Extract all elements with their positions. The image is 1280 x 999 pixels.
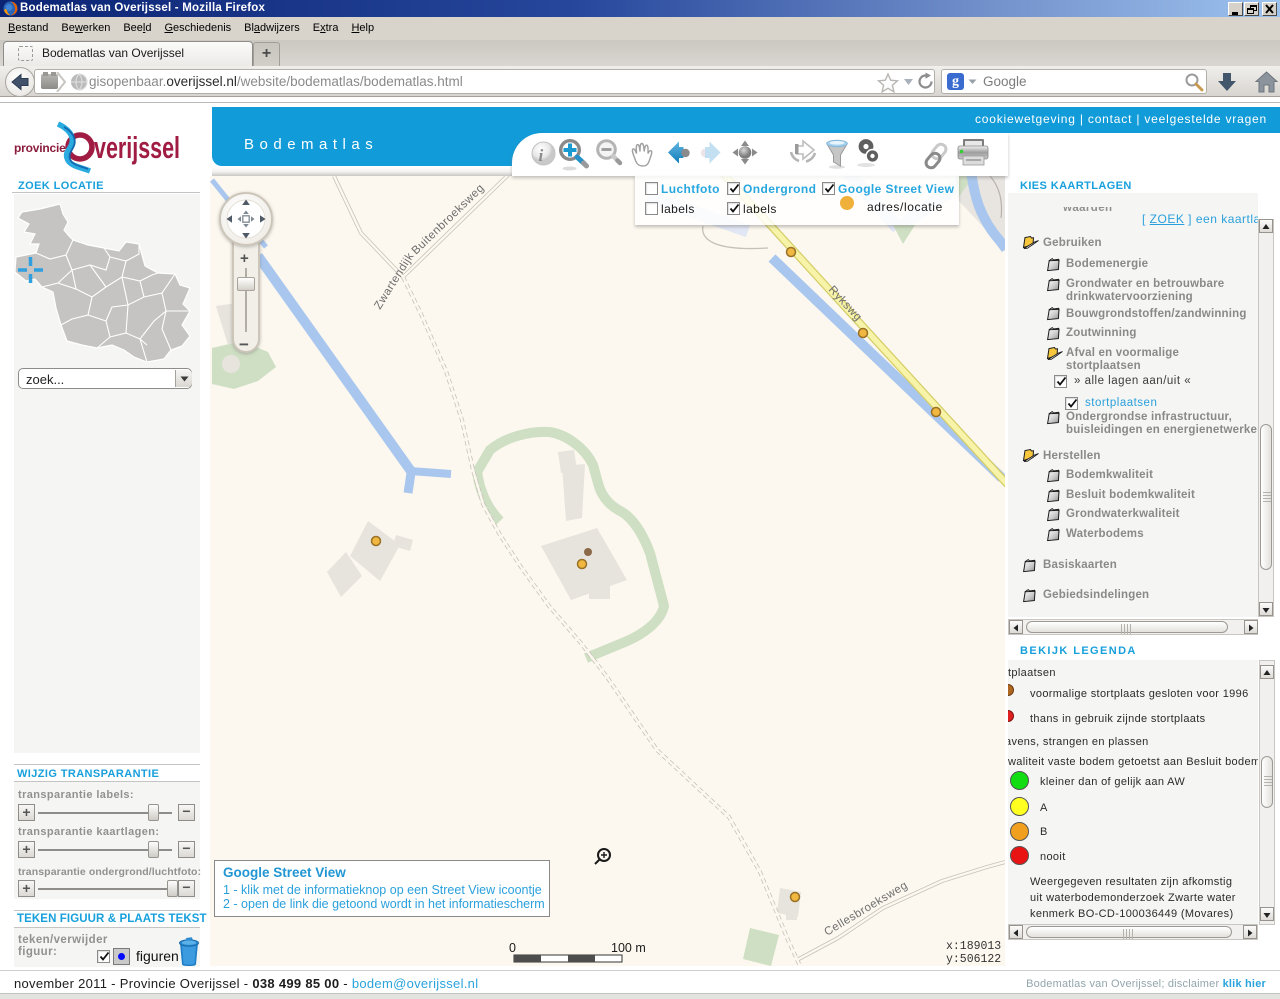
- svg-text:i: i: [539, 146, 544, 165]
- svg-text:y:506122: y:506122: [946, 953, 1001, 966]
- svg-text:100 m: 100 m: [611, 941, 646, 955]
- svg-text:x:189013: x:189013: [946, 940, 1001, 953]
- svg-text:verijssel: verijssel: [94, 130, 180, 165]
- svg-text:provincie: provincie: [14, 141, 66, 155]
- svg-text:0: 0: [509, 941, 516, 955]
